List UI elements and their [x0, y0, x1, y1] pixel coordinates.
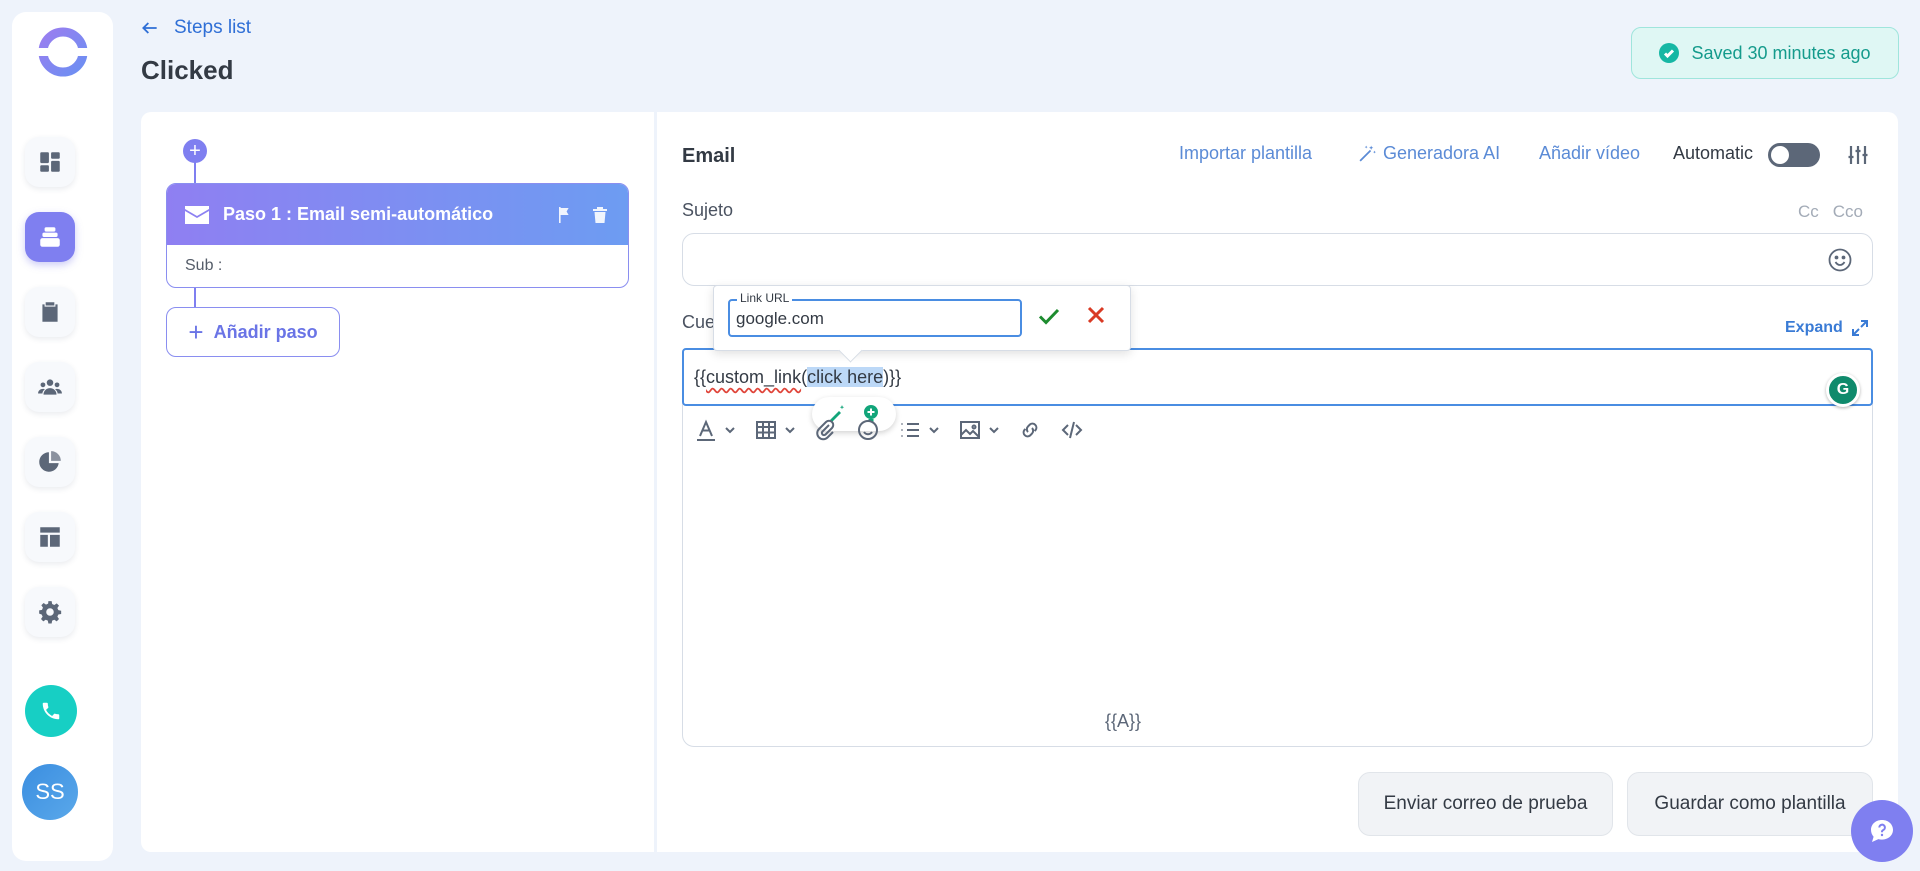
- expand-icon: [1851, 320, 1868, 336]
- step-card-header: Paso 1 : Email semi-automático: [167, 184, 628, 245]
- code-icon: [1061, 421, 1083, 439]
- attachment-button[interactable]: [814, 416, 838, 444]
- sidebar-item-reports[interactable]: [25, 437, 75, 487]
- body-text-function: custom_link: [706, 367, 802, 387]
- expand-label: Expand: [1785, 319, 1843, 336]
- insert-step-button[interactable]: +: [183, 139, 207, 163]
- smiley-icon: [858, 420, 878, 440]
- add-video-label: Añadir vídeo: [1539, 143, 1641, 163]
- body-text-open: {{: [694, 367, 707, 387]
- sidebar-item-settings[interactable]: [25, 587, 75, 637]
- add-step-label: Añadir paso: [213, 321, 318, 342]
- saved-status-badge: Saved 30 minutes ago: [1631, 27, 1899, 79]
- link-url-label: Link URL: [737, 291, 793, 305]
- flag-icon[interactable]: [554, 205, 574, 225]
- expand-editor-link[interactable]: Expand: [1785, 319, 1869, 337]
- chevron-down-icon: [929, 427, 939, 434]
- saved-status-text: Saved 30 minutes ago: [1691, 42, 1871, 63]
- step-card[interactable]: Paso 1 : Email semi-automático Sub :: [166, 183, 629, 288]
- table-icon: [756, 421, 776, 439]
- trash-icon[interactable]: [590, 205, 610, 225]
- page-title: Clicked: [141, 55, 234, 85]
- sidebar-item-sequences[interactable]: [25, 212, 75, 262]
- body-text-close: )}}: [883, 367, 902, 387]
- back-to-steps-link[interactable]: Steps list: [140, 17, 251, 39]
- add-video-link[interactable]: Añadir vídeo: [1539, 143, 1640, 164]
- body-text-selection: click here: [807, 367, 884, 387]
- chevron-down-icon: [725, 427, 735, 434]
- body-text[interactable]: {{custom_link(click here)}}: [694, 367, 901, 388]
- automatic-label: Automatic: [1673, 143, 1754, 163]
- save-as-template-button[interactable]: Guardar como plantilla: [1627, 772, 1873, 836]
- sliders-icon[interactable]: [1846, 143, 1870, 167]
- gear-icon: [39, 601, 62, 624]
- cancel-link-button[interactable]: [1084, 303, 1114, 333]
- ai-generator-link[interactable]: Generadora AI: [1357, 143, 1500, 164]
- arrow-left-icon: [142, 22, 157, 34]
- section-title: Email: [682, 145, 736, 167]
- cc-bcc-links: Cc Cco: [1798, 202, 1863, 222]
- link-url-popover: Link URL: [713, 285, 1131, 351]
- phone-button[interactable]: [25, 685, 77, 737]
- import-template-label: Importar plantilla: [1179, 143, 1313, 163]
- text-color-button[interactable]: [694, 416, 736, 444]
- list-icon: [901, 423, 919, 437]
- check-circle-icon: [1659, 43, 1680, 63]
- emoji-icon[interactable]: [1827, 247, 1853, 273]
- help-chat-icon: [1871, 820, 1893, 842]
- link-url-input[interactable]: [736, 306, 1006, 332]
- send-test-email-button[interactable]: Enviar correo de prueba: [1358, 772, 1613, 836]
- app-logo-icon[interactable]: [37, 26, 89, 78]
- help-button[interactable]: [1851, 800, 1913, 862]
- cc-link[interactable]: Cc: [1798, 202, 1819, 222]
- sidebar-item-tasks[interactable]: [25, 287, 75, 337]
- step-subject: Sub :: [185, 257, 223, 274]
- import-template-link[interactable]: Importar plantilla: [1179, 143, 1312, 164]
- layout-icon: [40, 527, 60, 547]
- dashboard-icon: [40, 152, 60, 172]
- paperclip-icon: [816, 419, 835, 441]
- pie-chart-icon: [39, 451, 61, 472]
- grammarly-icon[interactable]: G: [1826, 373, 1860, 407]
- code-button[interactable]: [1060, 416, 1084, 444]
- check-icon: [1038, 308, 1060, 325]
- ai-generator-label: Generadora AI: [1383, 143, 1501, 163]
- phone-icon: [42, 702, 60, 720]
- link-button[interactable]: [1018, 416, 1042, 444]
- table-button[interactable]: [754, 416, 796, 444]
- chevron-down-icon: [989, 427, 999, 434]
- subject-input[interactable]: [682, 233, 1873, 286]
- close-icon: [1087, 306, 1105, 324]
- sidebar-item-dashboard[interactable]: [25, 137, 75, 187]
- image-icon: [960, 421, 980, 439]
- automatic-toggle[interactable]: [1768, 143, 1820, 167]
- avatar[interactable]: SS: [22, 764, 78, 820]
- emoji-toolbar-button[interactable]: [856, 416, 880, 444]
- text-color-icon: [697, 419, 715, 441]
- clipboard-icon: [42, 302, 58, 322]
- plus-icon: +: [188, 317, 204, 347]
- editor-toolbar: [694, 416, 1102, 444]
- subject-label: Sujeto: [682, 200, 734, 220]
- bcc-link[interactable]: Cco: [1833, 202, 1863, 222]
- add-step-button[interactable]: + Añadir paso: [166, 307, 340, 357]
- sidebar-item-contacts[interactable]: [25, 362, 75, 412]
- back-link-label: Steps list: [174, 17, 252, 38]
- step-title: Paso 1 : Email semi-automático: [223, 204, 494, 224]
- image-button[interactable]: [958, 416, 1000, 444]
- mail-icon: [185, 205, 209, 224]
- sidebar-item-templates[interactable]: [25, 512, 75, 562]
- magic-wand-icon: [1359, 145, 1376, 161]
- list-button[interactable]: [898, 416, 940, 444]
- chevron-down-icon: [785, 427, 795, 434]
- body-label: Cue: [682, 312, 716, 332]
- link-icon: [1022, 422, 1038, 438]
- users-icon: [38, 379, 62, 395]
- footer-variable: {{A}}: [1105, 711, 1142, 731]
- layers-icon: [40, 227, 60, 247]
- confirm-link-button[interactable]: [1036, 303, 1066, 333]
